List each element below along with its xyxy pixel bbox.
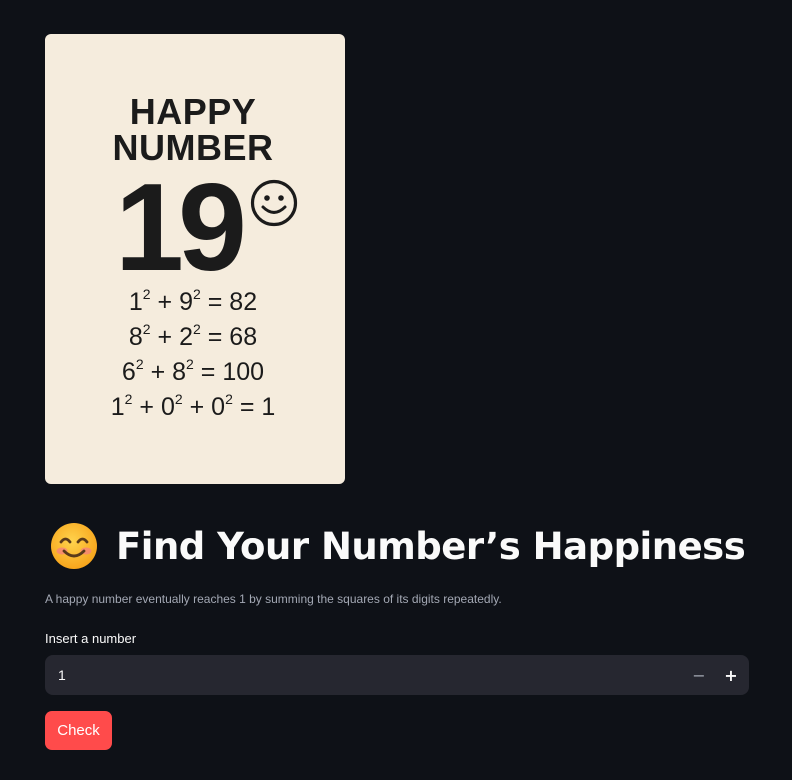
- decrement-button[interactable]: −: [683, 655, 715, 695]
- poster-equation-1: 12 + 92 = 82: [128, 286, 258, 316]
- poster-big-number: 19: [115, 159, 247, 297]
- poster-heading-line1: HAPPY: [129, 91, 257, 132]
- poster-equation-2: 82 + 22 = 68: [128, 321, 258, 351]
- happy-number-poster-image: HAPPY NUMBER 19 12 + 92 = 82 82 + 22 = 6…: [45, 34, 345, 484]
- number-input-container: − +: [45, 654, 749, 696]
- number-input-label: Insert a number: [45, 631, 137, 646]
- smiling-face-emoji-icon: [51, 523, 97, 569]
- number-input[interactable]: [45, 654, 683, 696]
- smiley-face-icon: [250, 179, 298, 227]
- page-title: Find Your Number’s Happiness: [50, 520, 746, 572]
- page-title-text: Find Your Number’s Happiness: [116, 524, 746, 568]
- description-caption: A happy number eventually reaches 1 by s…: [45, 592, 502, 606]
- check-button[interactable]: Check: [45, 711, 112, 750]
- poster-equation-4: 12 + 02 + 02 = 1: [110, 391, 276, 421]
- poster-equation-3: 62 + 82 = 100: [121, 356, 265, 386]
- increment-button[interactable]: +: [715, 655, 747, 695]
- app-page: HAPPY NUMBER 19 12 + 92 = 82 82 + 22 = 6…: [0, 0, 792, 780]
